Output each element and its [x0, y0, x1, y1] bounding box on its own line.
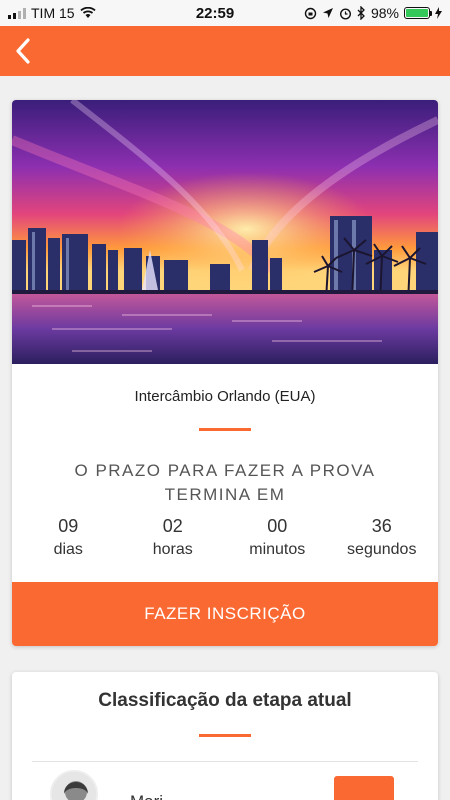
wifi-icon — [79, 7, 96, 18]
event-title: Intercâmbio Orlando (EUA) — [134, 388, 316, 405]
battery-fill — [406, 9, 428, 17]
ranking-badge — [334, 776, 394, 800]
status-left: TIM 15 — [8, 5, 158, 21]
ranking-card: Classificação da etapa atual Mari... — [12, 672, 438, 800]
countdown-seconds: 36 segundos — [332, 515, 432, 561]
carrier-label: TIM 15 — [31, 5, 75, 21]
ranking-title: Classificação da etapa atual — [98, 690, 352, 711]
countdown-value: 36 — [371, 516, 392, 536]
countdown-label: dias — [53, 541, 83, 558]
battery-percent: 98% — [370, 5, 399, 21]
countdown-hours: 02 horas — [123, 515, 223, 561]
title-divider — [199, 428, 251, 431]
event-card: Intercâmbio Orlando (EUA) O PRAZO PARA F… — [12, 100, 438, 646]
ranking-name: Mari... — [130, 792, 177, 800]
ranking-row[interactable]: Mari... — [12, 762, 438, 800]
alarm-icon — [339, 7, 351, 20]
countdown-value: 09 — [58, 516, 79, 536]
back-button[interactable] — [8, 31, 38, 71]
chevron-left-icon — [16, 38, 30, 64]
charging-icon — [435, 7, 442, 19]
location-icon — [322, 8, 333, 18]
countdown: 09 dias 02 horas 00 minutos 36 segundos — [12, 515, 438, 561]
countdown-minutes: 00 minutos — [227, 515, 327, 561]
deadline-text: O PRAZO PARA FAZER A PROVA TERMINA EM — [74, 461, 376, 504]
countdown-value: 02 — [162, 516, 183, 536]
countdown-label: horas — [152, 541, 193, 558]
rotation-lock-icon — [304, 7, 317, 19]
signal-icon — [8, 7, 26, 19]
avatar — [50, 770, 98, 800]
battery-icon — [404, 7, 432, 19]
ranking-divider — [199, 734, 251, 737]
event-image — [12, 100, 438, 364]
avatar-image — [52, 772, 96, 800]
countdown-value: 00 — [267, 516, 288, 536]
status-right: 98% — [272, 5, 442, 21]
countdown-label: segundos — [347, 541, 417, 558]
app-bar — [0, 26, 450, 76]
clock: 22:59 — [195, 4, 235, 22]
status-bar: TIM 15 22:59 98% — [0, 0, 450, 26]
bluetooth-icon — [357, 6, 365, 20]
countdown-days: 09 dias — [18, 515, 118, 561]
register-button[interactable]: FAZER INSCRIÇÃO — [12, 582, 438, 646]
countdown-label: minutos — [249, 541, 306, 558]
